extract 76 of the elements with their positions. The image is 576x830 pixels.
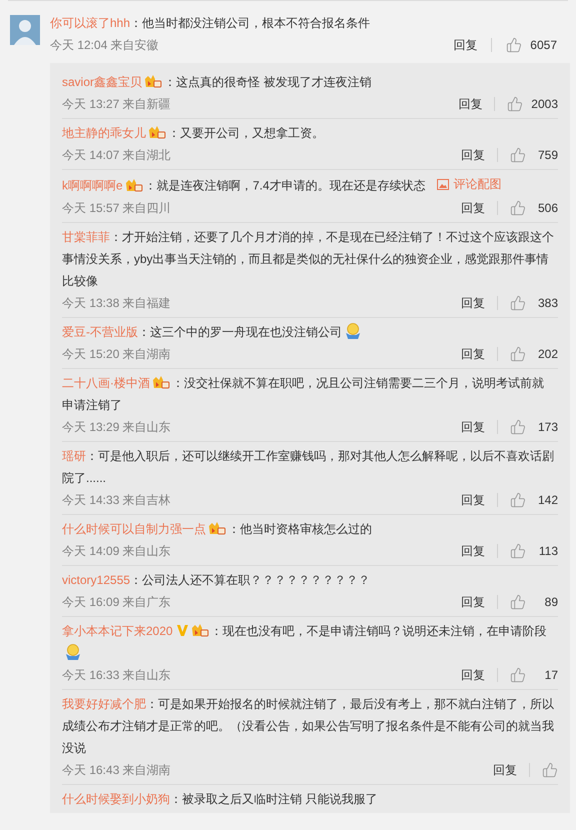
like-icon[interactable] bbox=[510, 346, 526, 362]
like-count: 113 bbox=[538, 542, 558, 560]
like-icon[interactable] bbox=[506, 37, 522, 53]
reply-link[interactable]: 回复 bbox=[461, 416, 485, 438]
like-icon[interactable] bbox=[510, 666, 526, 682]
comment-text: savior鑫鑫宝贝 ：这点真的很奇怪 被发现了才连夜注销 bbox=[62, 73, 372, 91]
user-name-link[interactable]: 我要好好减个肥 bbox=[62, 696, 146, 710]
like-count: 383 bbox=[536, 294, 558, 312]
user-name-link[interactable]: 二十八画·楼中酒 bbox=[62, 376, 150, 390]
comment-time: 今天 13:38 来自福建 bbox=[62, 294, 171, 312]
like-count: 17 bbox=[544, 666, 558, 684]
reply-link[interactable]: 回复 bbox=[461, 342, 485, 364]
like-count: 142 bbox=[536, 492, 558, 508]
like-count: 506 bbox=[536, 200, 558, 216]
like-icon[interactable] bbox=[510, 542, 526, 558]
like-icon[interactable] bbox=[507, 96, 524, 112]
user-name-link[interactable]: 地主静的乖女儿 bbox=[62, 126, 146, 140]
reply-link[interactable]: 回复 bbox=[461, 540, 485, 562]
reply-link[interactable]: 回复 bbox=[453, 34, 478, 56]
like-count: 89 bbox=[544, 594, 558, 610]
like-icon[interactable] bbox=[510, 200, 526, 216]
comment-text: 什么时候可以自制力强一点 ：他当时资格审核怎么过的 bbox=[62, 520, 373, 538]
comment-time: 今天 14:33 来自吉林 bbox=[62, 492, 171, 508]
comment-time: 今天 15:20 来自湖南 bbox=[62, 346, 171, 362]
avatar[interactable] bbox=[10, 15, 40, 45]
like-count: 759 bbox=[536, 147, 558, 164]
comment-time: 今天 15:57 来自四川 bbox=[62, 200, 171, 216]
comment-text: 我要好好减个肥：可是如果开始报名的时候就注销了，最后没有考上，那不就白注销了，所以成绩公布才注销才是正常的吧。（没看公告，如果公告写明了报名条件是不能有公司的就当我没说 bbox=[62, 696, 555, 756]
comment-text: 什么时候娶到小奶狗：被录取之后又临时注销 只能说我服了 bbox=[62, 790, 378, 808]
user-name-link[interactable]: savior鑫鑫宝贝 bbox=[62, 75, 142, 89]
like-icon[interactable] bbox=[510, 418, 526, 434]
comment-time: 今天 16:33 来自山东 bbox=[62, 666, 171, 684]
comment-time: 今天 14:09 来自山东 bbox=[62, 542, 171, 560]
reply-link[interactable]: 回复 bbox=[461, 488, 485, 510]
reply-link[interactable]: 回复 bbox=[461, 196, 485, 218]
like-count: 202 bbox=[536, 346, 558, 362]
like-count: 173 bbox=[536, 418, 558, 436]
user-name-link[interactable]: 甘棠菲菲 bbox=[62, 230, 110, 244]
comment-time: 今天 12:04 来自安徽 bbox=[50, 37, 159, 54]
comment-time: 今天 13:27 来自新疆 bbox=[62, 96, 171, 113]
comment-time: 今天 13:29 来自山东 bbox=[62, 418, 171, 436]
reply-link[interactable]: 回复 bbox=[461, 590, 485, 612]
comment-text: 瑶研：可是他入职后，还可以继续开工作室赚钱吗，那对其他人怎么解释呢，以后不喜欢话剧院了...... bbox=[62, 448, 555, 486]
comment-text: 你可以滚了hhh：他当时都没注销公司，根本不符合报名条件 bbox=[50, 15, 372, 32]
user-name-link[interactable]: 你可以滚了hhh bbox=[50, 16, 130, 30]
user-name-link[interactable]: 瑶研 bbox=[62, 448, 86, 462]
reply-link[interactable]: 回复 bbox=[461, 664, 485, 686]
user-name-link[interactable]: 爱豆-不营业版 bbox=[62, 324, 138, 338]
like-icon[interactable] bbox=[510, 492, 526, 508]
comment-text: 爱豆-不营业版：这三个中的罗一舟现在也没注销公司 bbox=[62, 320, 558, 342]
comment-text: k啊啊啊啊e ：就是连夜注销啊，7.4才申请的。现在还是存续状态 评论配图 bbox=[62, 173, 558, 196]
comment-time: 今天 16:43 来自湖南 bbox=[62, 762, 171, 778]
user-name-link[interactable]: 什么时候娶到小奶狗 bbox=[62, 792, 170, 806]
comment-text: 二十八画·楼中酒 ：没交社保就不算在职吧，况且公司注销需要二三个月，说明考试前就申请注销了 bbox=[62, 374, 545, 414]
reply-link[interactable]: 回复 bbox=[493, 758, 517, 780]
comment-text: 地主静的乖女儿 ：又要开公司，又想拿工资。 bbox=[62, 124, 325, 142]
like-count: 6057 bbox=[530, 37, 557, 54]
user-name-link[interactable]: k啊啊啊啊e bbox=[62, 178, 123, 192]
image-icon bbox=[437, 178, 450, 190]
comment-text: 甘棠菲菲：才开始注销，还要了几个月才消的掉，不是现在已经注销了！不过这个应该跟这个事情没关系，yby出事当天注销的，而且都是类似的无社保什么的独资企业，感觉跟那件事情比较像 bbox=[62, 228, 555, 290]
comment-time: 今天 14:07 来自湖北 bbox=[62, 147, 171, 164]
comment-text: 拿小本本记下来2020 ：现在也没有吧，不是申请注销吗？说明还未注销，在申请阶段 bbox=[62, 620, 558, 664]
reply-link[interactable]: 回复 bbox=[458, 93, 482, 115]
comment-text: victory12555：公司法人还不算在职？？？？？？？？？？ bbox=[62, 572, 372, 588]
user-name-link[interactable]: 拿小本本记下来2020 bbox=[62, 624, 173, 638]
like-icon[interactable] bbox=[542, 762, 558, 778]
comment-time: 今天 16:09 来自广东 bbox=[62, 594, 171, 610]
reply-link[interactable]: 回复 bbox=[461, 144, 485, 166]
image-link[interactable]: 评论配图 bbox=[437, 173, 502, 195]
like-icon[interactable] bbox=[510, 594, 526, 610]
reply-link[interactable]: 回复 bbox=[461, 292, 485, 314]
like-icon[interactable] bbox=[510, 147, 526, 163]
like-icon[interactable] bbox=[510, 294, 526, 310]
like-count: 2003 bbox=[531, 96, 558, 113]
user-name-link[interactable]: 什么时候可以自制力强一点 bbox=[62, 522, 206, 536]
user-name-link[interactable]: victory12555 bbox=[62, 572, 130, 586]
